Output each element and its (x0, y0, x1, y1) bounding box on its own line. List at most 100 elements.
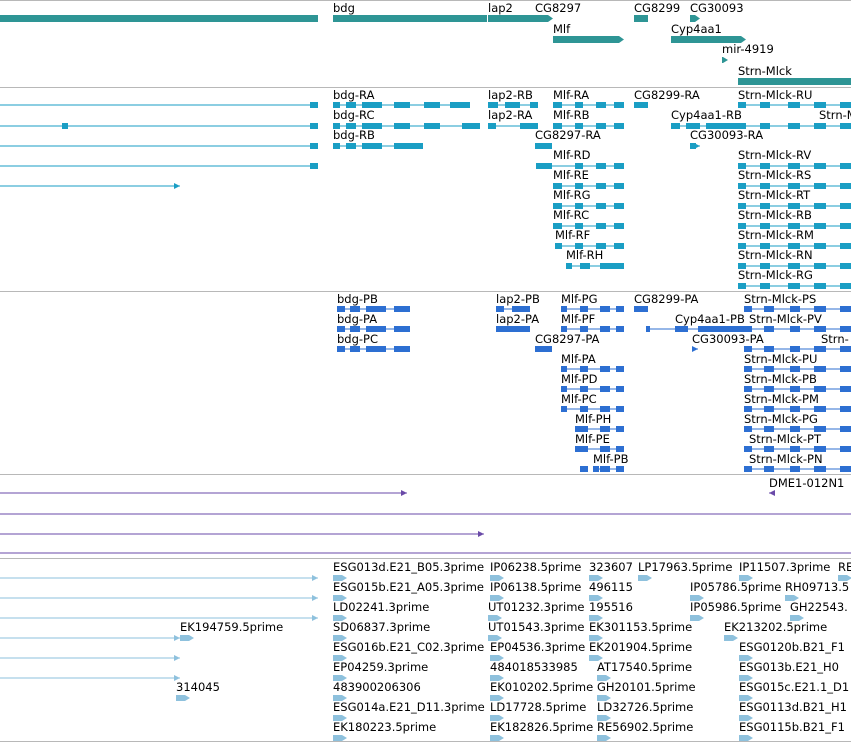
est-glyph[interactable] (597, 714, 611, 722)
est-glyph[interactable] (739, 734, 753, 742)
protein-mlf[interactable] (561, 325, 624, 333)
est-glyph[interactable] (739, 654, 753, 662)
feature-label-ek213202-5prime[interactable]: EK213202.5prime (724, 621, 827, 634)
feature-label-esg0113d-b21-h1[interactable]: ESG0113d.B21_H1 (739, 701, 847, 714)
feature-label-strn-mlck-rv[interactable]: Strn-Mlck-RV (738, 149, 811, 162)
feature-label-ek301153-5prime[interactable]: EK301153.5prime (589, 621, 692, 634)
est-glyph[interactable] (690, 594, 704, 602)
feature-label-ek201904-5prime[interactable]: EK201904.5prime (589, 641, 692, 654)
transcript-line[interactable] (0, 182, 180, 190)
est-glyph[interactable] (597, 694, 611, 702)
gene-glyph-strn-mlck[interactable] (738, 77, 851, 86)
est-glyph[interactable] (638, 574, 652, 582)
est-glyph[interactable] (333, 654, 347, 662)
gene-glyph-mir4919[interactable] (722, 56, 728, 64)
est-glyph[interactable] (490, 574, 504, 582)
est-glyph[interactable] (333, 734, 347, 742)
feature-label-esg013d-e21-b05-3prime[interactable]: ESG013d.E21_B05.3prime (333, 561, 484, 574)
est-glyph[interactable] (490, 654, 504, 662)
est-line[interactable] (0, 674, 180, 682)
feature-label-strn-mlck-rb[interactable]: Strn-Mlck-RB (738, 209, 812, 222)
feature-label-strn-mlck-rt[interactable]: Strn-Mlck-RT (738, 189, 810, 202)
gene-glyph-cyp4aa1[interactable] (671, 35, 746, 44)
feature-label-mlf-rh[interactable]: Mlf-RH (566, 249, 603, 262)
feature-label-mlf-rd[interactable]: Mlf-RD (553, 149, 591, 162)
feature-label-314045[interactable]: 314045 (176, 681, 220, 694)
est-glyph[interactable] (589, 594, 603, 602)
feature-label-strn-mlck-rm[interactable]: Strn-Mlck-RM (738, 229, 814, 242)
feature-label-mlf-rb[interactable]: Mlf-RB (553, 109, 590, 122)
transcript-lap2-rb[interactable] (488, 101, 538, 109)
protein-bdg-pa[interactable] (337, 325, 410, 333)
transcript-bdg-rb[interactable] (333, 142, 423, 150)
protein-strn-mlck[interactable] (744, 365, 851, 373)
est-glyph[interactable] (333, 634, 347, 642)
gene-glyph-cg8299[interactable] (634, 14, 648, 23)
est-glyph[interactable] (333, 614, 347, 622)
feature-label-ld32726-5prime[interactable]: LD32726.5prime (597, 701, 693, 714)
feature-label-ip06238-5prime[interactable]: IP06238.5prime (490, 561, 581, 574)
est-line[interactable] (0, 574, 318, 582)
misc-feature[interactable] (0, 510, 851, 518)
transcript-strn-mlck[interactable] (738, 282, 851, 290)
protein-mlf[interactable] (561, 305, 624, 313)
protein-mlf[interactable] (561, 385, 624, 393)
feature-label-ek010202-5prime[interactable]: EK010202.5prime (490, 681, 593, 694)
est-glyph[interactable] (690, 614, 704, 622)
feature-label-sd06837-3prime[interactable]: SD06837.3prime (333, 621, 430, 634)
est-glyph[interactable] (739, 574, 753, 582)
feature-label-ld17728-5prime[interactable]: LD17728.5prime (490, 701, 586, 714)
transcript-mlf-rb[interactable] (553, 122, 624, 130)
est-glyph[interactable] (739, 694, 753, 702)
est-glyph[interactable] (333, 714, 347, 722)
feature-label-mir-4919[interactable]: mir-4919 (722, 43, 774, 56)
feature-label-ek194759-5prime[interactable]: EK194759.5prime (180, 621, 283, 634)
protein-strn-mlck[interactable] (744, 345, 851, 353)
est-glyph[interactable] (176, 694, 190, 702)
gene-glyph-cg30093[interactable] (690, 14, 700, 23)
protein-mlf[interactable] (561, 365, 624, 373)
est-glyph[interactable] (589, 614, 603, 622)
transcript-cg8297-ra[interactable] (535, 142, 552, 150)
feature-label-195516[interactable]: 195516 (589, 601, 633, 614)
protein-strn-mlck[interactable] (744, 405, 851, 413)
transcript-strn-mlck[interactable] (738, 202, 851, 210)
transcript-strn-mlck[interactable] (738, 222, 851, 230)
protein-bdg-pb[interactable] (337, 305, 410, 313)
protein-strn-mlck[interactable] (744, 305, 851, 313)
feature-label-ut01232-3prime[interactable]: UT01232.3prime (488, 601, 585, 614)
feature-label-483900206306[interactable]: 483900206306 (333, 681, 421, 694)
feature-label-ep04536-3prime[interactable]: EP04536.3prime (490, 641, 585, 654)
feature-label-esg014a-e21-d11-3prime[interactable]: ESG014a.E21_D11.3prime (333, 701, 485, 714)
est-line[interactable] (0, 654, 180, 662)
feature-label-strn-m[interactable]: Strn-M (819, 109, 851, 122)
est-glyph[interactable] (333, 674, 347, 682)
protein-cg30093-pa[interactable] (692, 345, 698, 353)
feature-label-gh22543[interactable]: GH22543. (790, 601, 848, 614)
transcript-line[interactable] (0, 122, 318, 130)
feature-label-ld02241-3prime[interactable]: LD02241.3prime (333, 601, 429, 614)
feature-label-re[interactable]: RE (838, 561, 851, 574)
feature-label-esg0115b-b21-f1[interactable]: ESG0115b.B21_F1 (739, 721, 845, 734)
misc-feature[interactable] (0, 530, 484, 538)
feature-label-mlf-rf[interactable]: Mlf-RF (555, 229, 590, 242)
feature-label-ut01543-3prime[interactable]: UT01543.3prime (488, 621, 585, 634)
transcript-cg30093-ra[interactable] (690, 142, 700, 150)
feature-label-mlf-rg[interactable]: Mlf-RG (553, 189, 591, 202)
est-glyph[interactable] (333, 694, 347, 702)
est-glyph[interactable] (490, 594, 504, 602)
transcript-cg8299-ra[interactable] (634, 101, 648, 109)
transcript-line[interactable] (0, 162, 318, 170)
feature-label-esg015c-e21-1-d1[interactable]: ESG015c.E21.1_D1 (739, 681, 849, 694)
transcript-mlf-re[interactable] (553, 182, 624, 190)
transcript-strn-mlck[interactable] (738, 101, 851, 109)
feature-label-strn-mlck-rg[interactable]: Strn-Mlck-RG (738, 269, 813, 282)
feature-label-strn-mlck-rn[interactable]: Strn-Mlck-RN (738, 249, 813, 262)
feature-label-mlf-re[interactable]: Mlf-RE (553, 169, 589, 182)
transcript-strn-mlck[interactable] (738, 122, 851, 130)
est-glyph[interactable] (488, 634, 502, 642)
protein-cyp4aa1-pb[interactable] (646, 325, 746, 333)
feature-label-at17540-5prime[interactable]: AT17540.5prime (597, 661, 692, 674)
protein-mlf[interactable] (575, 445, 624, 453)
protein-bdg-pc[interactable] (337, 345, 410, 353)
